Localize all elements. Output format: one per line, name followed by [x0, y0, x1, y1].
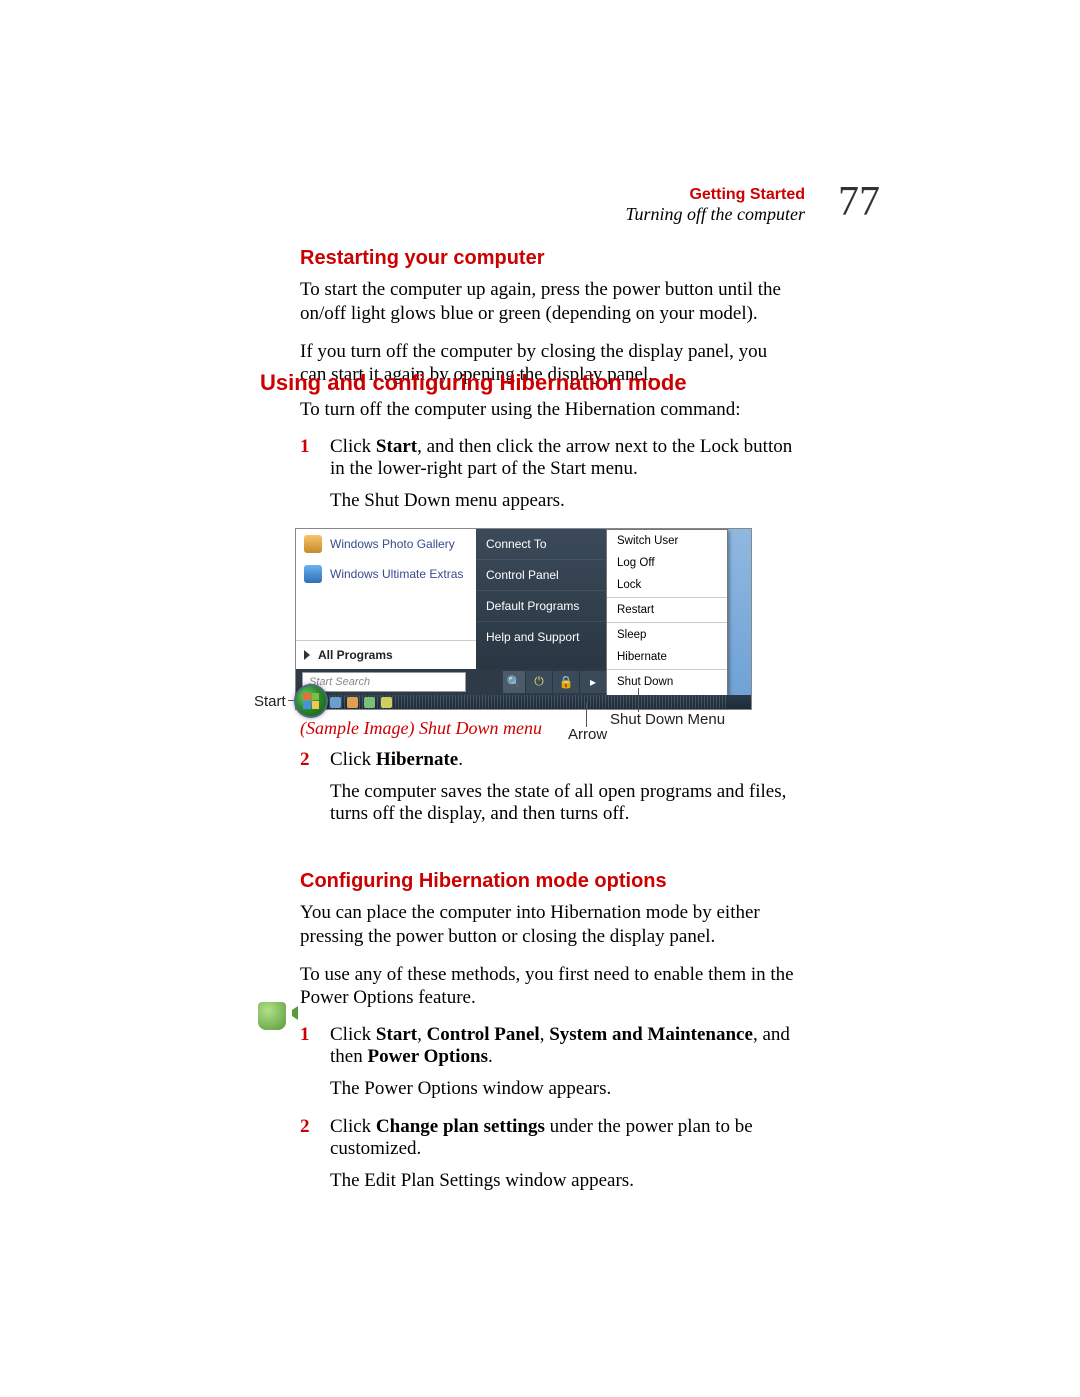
arrow-button[interactable]: ▸ [579, 671, 606, 693]
page-number: 77 [838, 178, 880, 226]
step-1: 1 Click Start, Control Panel, System and… [300, 1024, 795, 1110]
taskbar-icon[interactable] [364, 697, 375, 708]
menu-item-hibernate[interactable]: Hibernate [607, 646, 727, 668]
step-text: Click Start, and then click the arrow ne… [330, 436, 795, 480]
paragraph: To start the computer up again, press th… [300, 278, 795, 326]
heading-hibernation: Using and configuring Hibernation mode [260, 370, 795, 396]
start-menu-right: Connect To Control Panel Default Program… [476, 529, 606, 669]
menu-item-lock[interactable]: Lock [607, 574, 727, 596]
step-text: The computer saves the state of all open… [330, 781, 795, 825]
menu-item-log-off[interactable]: Log Off [607, 552, 727, 574]
page: Getting Started Turning off the computer… [0, 0, 1080, 1397]
power-button[interactable]: ⏻ [525, 671, 552, 693]
step-number: 2 [300, 1116, 330, 1202]
step-1: 1 Click Start, and then click the arrow … [300, 436, 795, 522]
menu-item-sleep[interactable]: Sleep [607, 624, 727, 646]
taskbar-icon[interactable] [381, 697, 392, 708]
program-item[interactable]: Windows Photo Gallery [296, 529, 476, 559]
step-text: The Power Options window appears. [330, 1078, 795, 1100]
paragraph: To use any of these methods, you first n… [300, 963, 795, 1011]
callout-start: Start [254, 693, 286, 710]
step-2: 2 Click Hibernate. The computer saves th… [300, 749, 795, 835]
menu-item-shut-down[interactable]: Shut Down [607, 671, 727, 693]
paragraph: You can place the computer into Hibernat… [300, 901, 795, 949]
shut-down-menu: Switch User Log Off Lock Restart Sleep H… [606, 529, 728, 706]
step-text: The Edit Plan Settings window appears. [330, 1170, 795, 1192]
step-number: 1 [300, 436, 330, 522]
callout-arrow: Arrow [568, 726, 607, 743]
taskbar-icon[interactable] [347, 697, 358, 708]
sample-screenshot: Windows Photo Gallery Windows Ultimate E… [260, 528, 750, 710]
menu-item[interactable]: Control Panel [476, 559, 606, 590]
page-header: Getting Started Turning off the computer [626, 186, 806, 225]
menu-item-restart[interactable]: Restart [607, 599, 727, 621]
ultimate-extras-icon [304, 565, 322, 583]
start-menu-left: Windows Photo Gallery Windows Ultimate E… [296, 529, 476, 669]
all-programs[interactable]: All Programs [296, 640, 476, 669]
menu-item[interactable]: Default Programs [476, 590, 606, 621]
callout-menu: Shut Down Menu [610, 711, 725, 728]
paragraph: To turn off the computer using the Hiber… [300, 398, 795, 422]
step-text: Click Start, Control Panel, System and M… [330, 1024, 795, 1068]
menu-item[interactable]: Connect To [476, 529, 606, 559]
taskbar-icon[interactable] [330, 697, 341, 708]
program-item[interactable]: Windows Ultimate Extras [296, 559, 476, 589]
hint-icon [258, 1002, 286, 1030]
step-text: The Shut Down menu appears. [330, 490, 795, 512]
menu-item[interactable]: Help and Support [476, 621, 606, 652]
lock-button[interactable]: 🔒 [552, 671, 579, 693]
step-number: 2 [300, 749, 330, 835]
search-icon[interactable]: 🔍 [503, 671, 525, 693]
search-input[interactable]: Start Search [302, 672, 466, 692]
heading-configuring: Configuring Hibernation mode options [300, 870, 795, 893]
menu-item-switch-user[interactable]: Switch User [607, 530, 727, 552]
step-text: Click Hibernate. [330, 749, 795, 771]
step-2: 2 Click Change plan settings under the p… [300, 1116, 795, 1202]
section-subtitle: Turning off the computer [626, 204, 806, 225]
step-text: Click Change plan settings under the pow… [330, 1116, 795, 1160]
photo-gallery-icon [304, 535, 322, 553]
start-orb[interactable] [294, 684, 328, 718]
chapter-title: Getting Started [626, 186, 806, 204]
heading-restarting: Restarting your computer [300, 247, 795, 270]
arrow-right-icon [304, 650, 310, 660]
step-number: 1 [300, 1024, 330, 1110]
